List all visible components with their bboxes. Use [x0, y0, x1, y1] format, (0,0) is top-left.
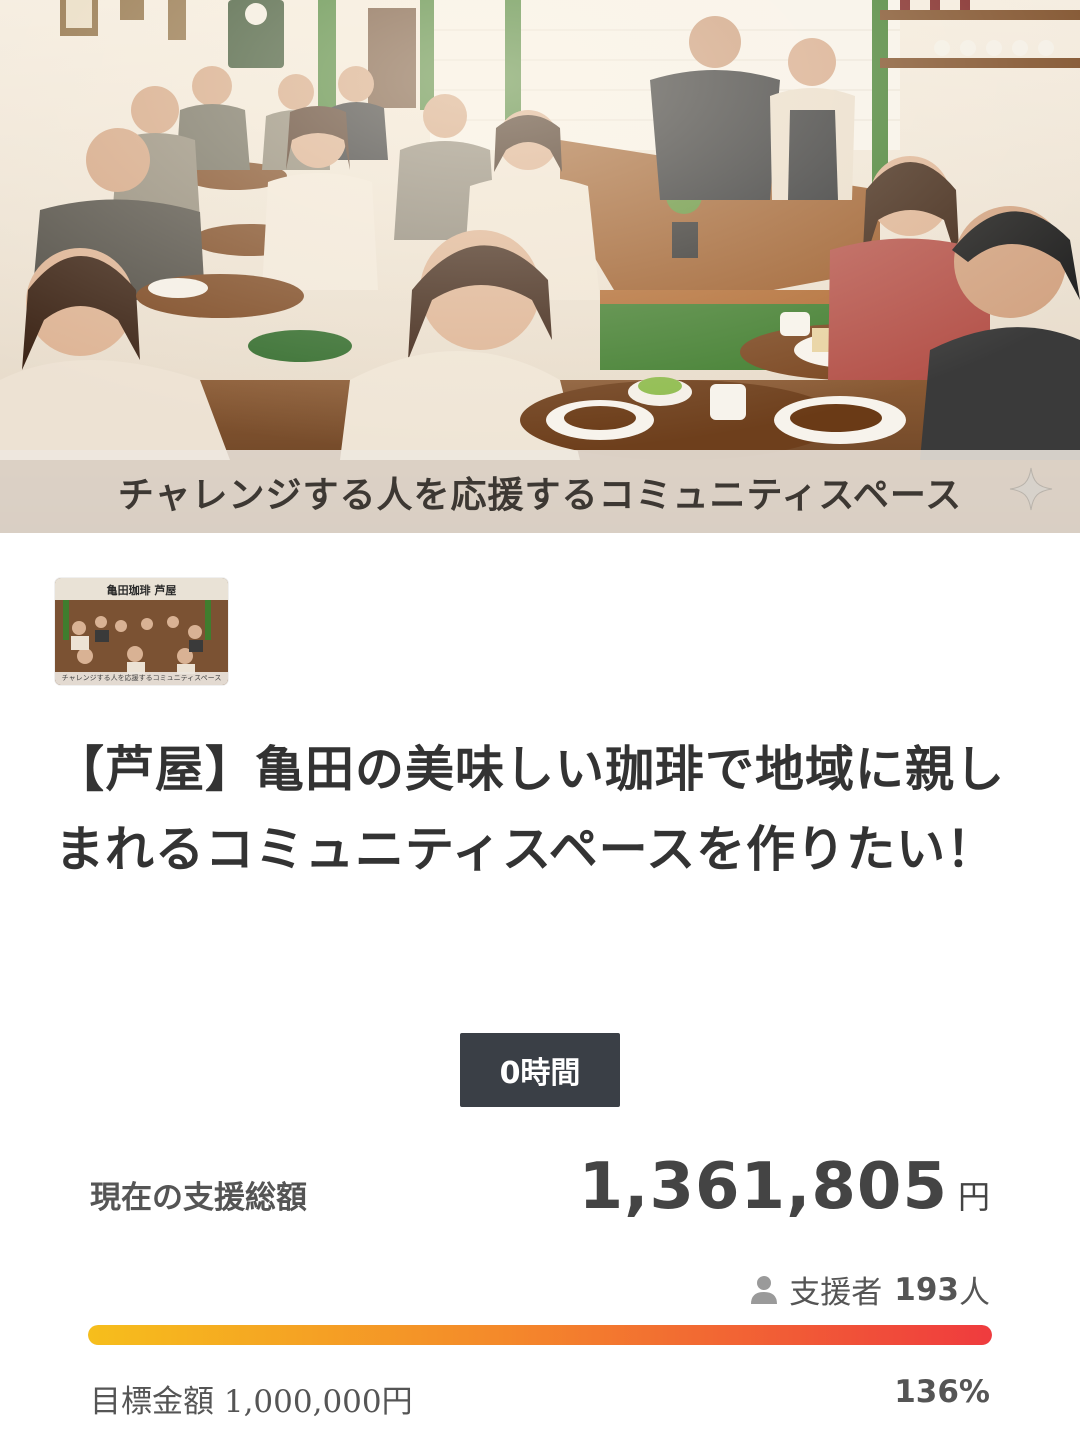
goal-label: 目標金額 — [90, 1384, 214, 1420]
hero-caption: チャレンジする人を応援するコミュニティスペース — [117, 474, 963, 516]
supporters-count: 193 — [894, 1271, 959, 1308]
project-title: 【芦屋】亀田の美味しい珈琲で地域に親しまれるコミュニティスペースを作りたい！ — [55, 741, 1006, 878]
goal-amount: 1,000,000円 — [223, 1384, 413, 1420]
supporters-label: 支援者 — [789, 1275, 883, 1311]
hero-image: チャレンジする人を応援するコミュニティスペース — [0, 0, 1080, 533]
goal-amount-row: 目標金額 1,000,000円 — [90, 1376, 413, 1421]
supporters-unit: 人 — [959, 1275, 990, 1311]
time-remaining-badge: 0時間 — [460, 1033, 620, 1107]
funding-amount-unit: 円 — [957, 1178, 990, 1216]
person-icon — [751, 1275, 778, 1304]
funding-progress-fill — [88, 1325, 992, 1345]
thumbnail-caption: チャレンジする人を応援するコミュニティスペース — [55, 672, 228, 685]
funding-progress-bar — [88, 1325, 992, 1345]
funding-amount-value: 1,361,805 — [578, 1150, 948, 1224]
gallery-thumbnail[interactable]: 亀田珈琲 芦屋 チャレンジする人を応援するコミュニティスペース — [55, 578, 228, 685]
funding-total-label: 現在の支援総額 — [90, 1180, 307, 1216]
funding-total: 1,361,805 円 — [579, 1150, 990, 1224]
thumbnail-title: 亀田珈琲 芦屋 — [106, 584, 177, 597]
hero-caption-band: チャレンジする人を応援するコミュニティスペース — [0, 450, 1080, 533]
supporters-count-row: 支援者 193 人 — [749, 1267, 990, 1312]
sparkle-icon — [1009, 467, 1053, 511]
achievement-percent: 136% — [894, 1374, 990, 1410]
